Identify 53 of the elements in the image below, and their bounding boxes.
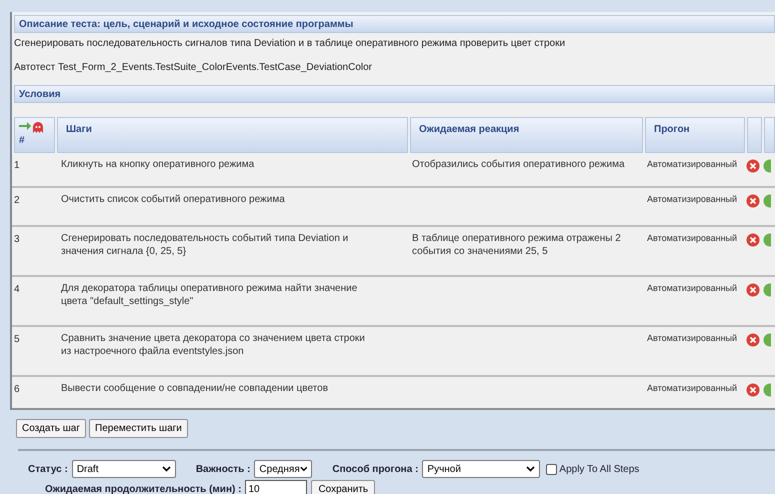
- table-header: Шаги: [57, 117, 408, 153]
- table-cell-text: Автоматизированный: [646, 282, 738, 295]
- importance-select[interactable]: Средняя: [254, 460, 312, 478]
- description-text: Сгенерировать последовательность сигналов типа Deviation и в таблице оперативного режима проверить цвет строки: [13, 37, 566, 51]
- method-select[interactable]: Ручной: [422, 460, 540, 478]
- table-cell-text: Автоматизированный: [646, 158, 738, 171]
- action-button[interactable]: Создать шаг: [16, 419, 86, 438]
- table-cell: Отобразились события оперативного режима: [412, 159, 625, 170]
- table-cell-text: Очистить список событий оперативного режима: [60, 193, 286, 207]
- table-cell-text: 2: [13, 194, 21, 208]
- field-label: Статус :: [28, 462, 68, 476]
- caret-icon: [300, 466, 308, 472]
- status-select[interactable]: Draft: [72, 460, 176, 478]
- table-cell-text: 6: [13, 383, 21, 397]
- table-cell-text: Сравнить значение цвета декоратора со значением цвета строки из настроечного файла eventstyles.json: [60, 332, 366, 359]
- caret-icon: [162, 466, 171, 472]
- table-cell-text: 4: [13, 283, 21, 297]
- table-cell-text: Для декоратора таблицы оперативного режима найти значение цвета "default_settings_style": [60, 282, 358, 309]
- apply-checkbox[interactable]: [546, 464, 558, 474]
- section-header: Описание теста: цель, сценарий и исходное состояние программы: [14, 15, 775, 33]
- autotest-text: Автотест Test_Form_2_Events.TestSuite_ColorEvents.TestCase_DeviationColor: [13, 61, 373, 75]
- delete-icon[interactable]: [746, 159, 760, 173]
- table-cell-text: 1: [13, 159, 21, 173]
- table-cell-text: Кликнуть на кнопку оперативного режима: [60, 158, 256, 172]
- field-label: Важность :: [196, 462, 250, 476]
- table-cell-text: Автоматизированный: [646, 382, 738, 395]
- delete-icon[interactable]: [746, 383, 760, 397]
- table-cell-text: Автоматизированный: [646, 232, 738, 245]
- action-button[interactable]: Переместить шаги: [89, 419, 188, 438]
- ghost-icon[interactable]: [33, 122, 43, 133]
- table-cell: В таблице оперативного режима отражены 2 события со значениями 25, 5: [412, 233, 621, 257]
- checkbox-label: Apply To All Steps: [559, 462, 640, 476]
- table-cell-text: 5: [13, 333, 21, 347]
- table-header: Ожидаемая реакция: [410, 117, 643, 153]
- delete-icon[interactable]: [746, 333, 760, 347]
- table-header: #: [14, 117, 55, 153]
- delete-icon[interactable]: [746, 194, 760, 208]
- section-header: Условия: [14, 85, 775, 103]
- field-label: Ожидаемая продолжительность (мин) :: [45, 482, 242, 494]
- field-label: Способ прогона :: [332, 462, 418, 476]
- table-header: Прогон: [645, 117, 745, 153]
- caret-icon: [526, 466, 536, 472]
- table-cell-text: Автоматизированный: [646, 332, 738, 345]
- table-cell-text: Автоматизированный: [646, 193, 738, 206]
- table-cell-text: Вывести сообщение о совпадении/не совпадении цветов: [60, 382, 330, 396]
- table-header: [747, 117, 762, 153]
- table-cell-text: 3: [13, 233, 21, 247]
- save-button[interactable]: Сохранить: [311, 480, 376, 494]
- duration-field[interactable]: 10: [245, 480, 308, 494]
- delete-icon[interactable]: [746, 283, 760, 297]
- table-cell-text: Сгенерировать последовательность событий типа Deviation и значения сигнала {0, 25, 5}: [60, 232, 350, 259]
- table-header: [764, 117, 775, 153]
- delete-icon[interactable]: [746, 233, 760, 247]
